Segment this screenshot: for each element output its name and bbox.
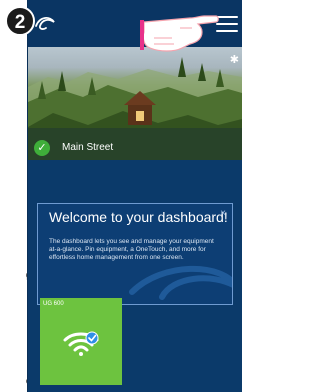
location-name: Main Street (62, 142, 114, 153)
location-row (28, 128, 242, 160)
equipment-tile[interactable]: UG 600 (40, 298, 122, 385)
close-icon[interactable]: × (220, 208, 226, 219)
checkmark-icon: ✓ (34, 140, 50, 156)
welcome-card: Welcome to your dashboard! × The dashboa… (37, 203, 233, 305)
logo-swirl-icon (35, 17, 55, 30)
welcome-title: Welcome to your dashboard! (49, 209, 228, 225)
wifi-icon (63, 331, 99, 356)
tile-label: UG 600 (43, 301, 64, 307)
step-number-badge: 2 (5, 6, 35, 36)
pointing-hand-icon (140, 15, 219, 52)
welcome-body: The dashboard lets you see and manage yo… (49, 238, 214, 261)
app-screen: 2 ✱ ✓ Main Street Welcome to your dashbo… (5, 0, 242, 392)
gear-icon[interactable]: ✱ (230, 53, 239, 66)
